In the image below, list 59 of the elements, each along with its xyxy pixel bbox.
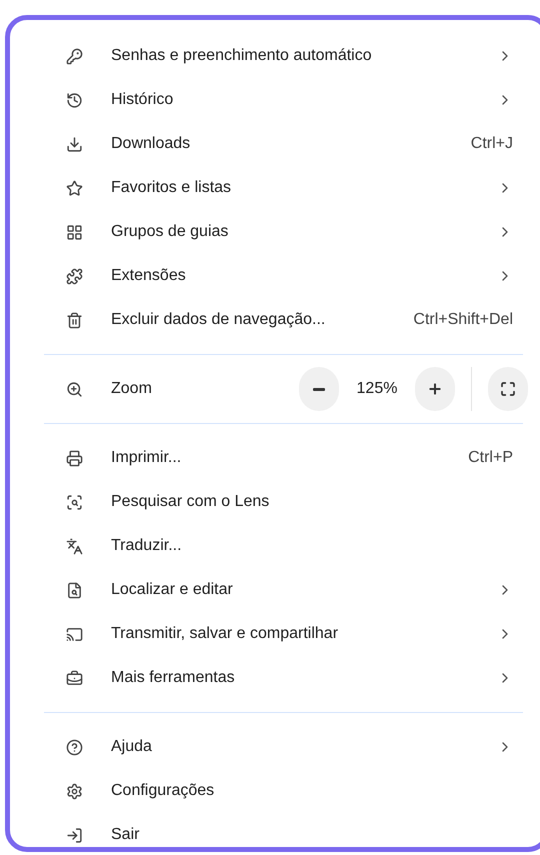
menu-item-label: Senhas e preenchimento automático [111, 46, 373, 66]
help-icon [66, 738, 83, 756]
exit-icon [66, 826, 83, 844]
minus-icon [313, 388, 325, 390]
menu-item-label: Mais ferramentas [111, 668, 236, 688]
cast-icon [66, 626, 83, 642]
printer-icon [66, 450, 83, 466]
menu-item[interactable]: Configurações [10, 769, 540, 813]
menu-item-label: Localizar e editar [111, 580, 234, 600]
menu-item[interactable]: Favoritos e listas [10, 166, 540, 210]
menu-item[interactable]: Imprimir... Ctrl+P [10, 436, 540, 480]
toolbox-icon [66, 670, 83, 686]
menu-item-label: Transmitir, salvar e compartilhar [111, 624, 340, 644]
zoom-label: Zoom [111, 379, 153, 399]
grid-icon [66, 224, 83, 240]
fullscreen-button[interactable] [488, 367, 528, 411]
menu-item-label: Pesquisar com o Lens [111, 492, 270, 512]
zoom-in-button[interactable] [415, 367, 455, 411]
menu-item[interactable]: Traduzir... [10, 524, 540, 568]
menu-item-label: Excluir dados de navegação... [111, 310, 326, 330]
menu-item-label: Grupos de guias [111, 222, 230, 242]
menu-item[interactable]: Sair [10, 813, 540, 855]
puzzle-icon [66, 268, 83, 284]
menu-item-label: Ajuda [111, 737, 153, 757]
menu-item-label: Downloads [111, 134, 192, 154]
menu-item[interactable]: Localizar e editar [10, 568, 540, 612]
shortcut-text: Ctrl+J [470, 134, 513, 154]
key-icon [66, 48, 83, 64]
menu-item-label: Traduzir... [111, 536, 183, 556]
menu-item[interactable]: Extensões [10, 254, 540, 298]
settings-icon [66, 782, 83, 800]
menu-item[interactable]: Mais ferramentas [10, 656, 540, 700]
menu-item[interactable]: Ajuda [10, 725, 540, 769]
menu-item[interactable]: Transmitir, salvar e compartilhar [10, 612, 540, 656]
shortcut-text: Ctrl+Shift+Del [413, 310, 513, 330]
trash-icon [66, 312, 83, 328]
menu-item[interactable]: Histórico [10, 78, 540, 122]
plus-icon [427, 381, 443, 397]
menu-item-label: Favoritos e listas [111, 178, 232, 198]
menu-item-label: Imprimir... [111, 448, 182, 468]
menu-item-label: Configurações [111, 781, 216, 801]
history-icon [66, 92, 83, 108]
fullscreen-icon [500, 381, 516, 397]
zoom-value: 125% [356, 379, 398, 399]
translate-icon [66, 538, 83, 554]
star-icon [66, 180, 83, 196]
menu-item-label: Extensões [111, 266, 187, 286]
file-search-icon [66, 582, 83, 598]
menu-item-label: Histórico [111, 90, 174, 110]
menu-item-label: Sair [111, 825, 140, 845]
zoom-icon [66, 380, 83, 398]
menu-item[interactable]: Grupos de guias [10, 210, 540, 254]
lens-icon [66, 494, 83, 510]
menu-item[interactable]: Excluir dados de navegação... Ctrl+Shift+Del [10, 298, 540, 342]
menu-item[interactable]: Senhas e preenchimento automático [10, 34, 540, 78]
menu-item[interactable]: Pesquisar com o Lens [10, 480, 540, 524]
menu-item[interactable]: Downloads Ctrl+J [10, 122, 540, 166]
download-icon [66, 136, 83, 152]
shortcut-text: Ctrl+P [468, 448, 513, 468]
